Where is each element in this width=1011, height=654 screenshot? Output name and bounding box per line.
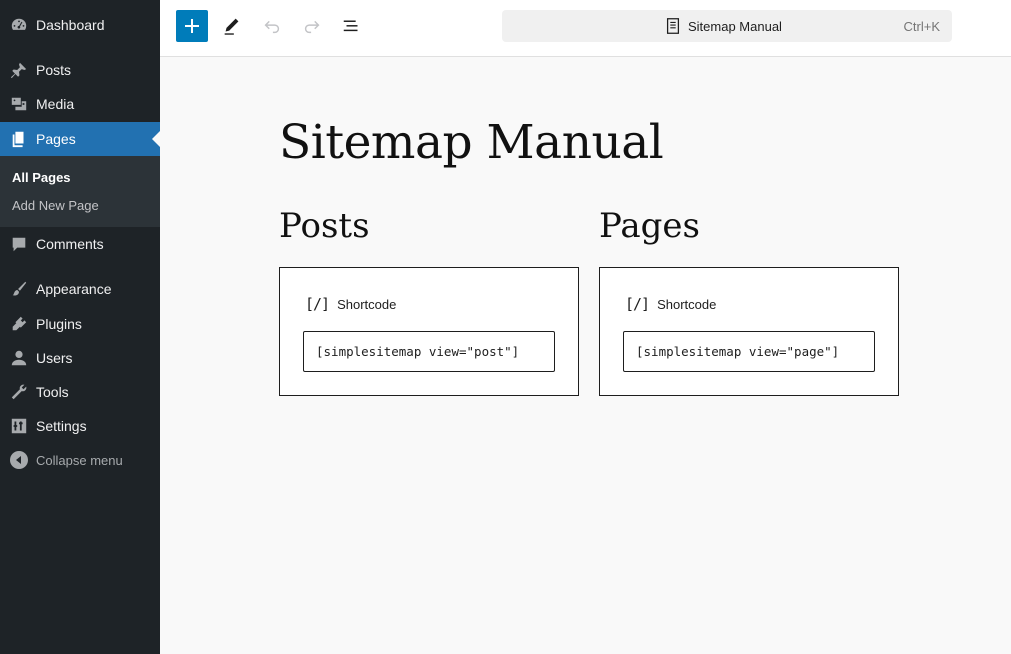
sidebar-item-pages[interactable]: Pages <box>0 122 160 156</box>
submenu-all-pages[interactable]: All Pages <box>12 170 71 185</box>
sidebar-item-label: Pages <box>36 131 76 147</box>
sidebar-item-tools[interactable]: Tools <box>0 375 160 409</box>
shortcode-label: [/] Shortcode <box>305 295 396 313</box>
page-title[interactable]: Sitemap Manual <box>279 115 664 170</box>
sidebar-item-label: Tools <box>36 384 69 400</box>
active-indicator <box>152 131 160 147</box>
undo-button[interactable] <box>260 14 284 38</box>
settings-icon <box>10 417 28 435</box>
sidebar-item-label: Settings <box>36 418 87 434</box>
sidebar-item-settings[interactable]: Settings <box>0 409 160 443</box>
document-title-text: Sitemap Manual <box>688 18 782 34</box>
sidebar-item-label: Plugins <box>36 316 82 332</box>
shortcode-icon: [/] <box>625 295 650 313</box>
keyboard-shortcut: Ctrl+K <box>903 18 940 34</box>
sidebar-item-users[interactable]: Users <box>0 341 160 375</box>
shortcode-icon: [/] <box>305 295 330 313</box>
admin-sidebar: Dashboard Posts Media Pages All Pages Ad… <box>0 0 160 654</box>
pages-submenu: All Pages Add New Page <box>0 156 160 227</box>
shortcode-label-text: Shortcode <box>657 296 717 312</box>
sidebar-item-label: Media <box>36 96 75 112</box>
sidebar-item-posts[interactable]: Posts <box>0 53 160 87</box>
collapse-icon <box>10 451 28 469</box>
redo-icon <box>304 20 320 34</box>
editor-canvas: Sitemap Manual Posts Pages [/] Shortcode… <box>160 58 1011 654</box>
submenu-add-new-page[interactable]: Add New Page <box>12 198 99 213</box>
user-icon <box>10 349 28 367</box>
editor-toolbar: Sitemap Manual Ctrl+K <box>160 0 1011 57</box>
shortcode-label: [/] Shortcode <box>625 295 716 313</box>
sidebar-item-comments[interactable]: Comments <box>0 227 160 261</box>
plus-icon <box>185 19 199 33</box>
shortcode-label-text: Shortcode <box>337 296 397 312</box>
document-overview-button[interactable] <box>340 14 364 38</box>
plugin-icon <box>10 315 28 333</box>
document-title: Sitemap Manual <box>664 10 782 42</box>
shortcode-block-pages[interactable]: [/] Shortcode [simplesitemap view="page"… <box>599 267 899 396</box>
collapse-label: Collapse menu <box>36 452 123 468</box>
sidebar-item-appearance[interactable]: Appearance <box>0 272 160 306</box>
pin-icon <box>10 61 28 79</box>
shortcode-block-posts[interactable]: [/] Shortcode [simplesitemap view="post"… <box>279 267 579 396</box>
sidebar-item-dashboard[interactable]: Dashboard <box>0 8 160 42</box>
command-palette-bar[interactable]: Sitemap Manual Ctrl+K <box>502 10 952 42</box>
add-block-button[interactable] <box>176 10 208 42</box>
shortcode-input-pages[interactable]: [simplesitemap view="page"] <box>623 331 875 372</box>
sidebar-item-label: Users <box>36 350 73 366</box>
redo-button[interactable] <box>300 14 324 38</box>
sidebar-item-label: Posts <box>36 62 72 78</box>
sidebar-item-media[interactable]: Media <box>0 87 160 121</box>
list-view-icon <box>343 20 358 32</box>
dashboard-icon <box>10 16 28 34</box>
page-icon <box>666 18 680 34</box>
pages-icon <box>10 130 28 148</box>
wrench-icon <box>10 383 28 401</box>
heading-pages[interactable]: Pages <box>599 206 700 246</box>
shortcode-input-posts[interactable]: [simplesitemap view="post"] <box>303 331 555 372</box>
tools-button[interactable] <box>220 14 244 38</box>
brush-icon <box>10 280 28 298</box>
sidebar-item-label: Appearance <box>36 281 112 297</box>
collapse-menu-button[interactable]: Collapse menu <box>0 443 160 477</box>
heading-posts[interactable]: Posts <box>279 206 370 246</box>
undo-icon <box>264 20 280 34</box>
media-icon <box>10 95 28 113</box>
sidebar-item-plugins[interactable]: Plugins <box>0 307 160 341</box>
sidebar-item-label: Dashboard <box>36 17 105 33</box>
pencil-icon <box>224 18 239 35</box>
comment-icon <box>10 235 28 253</box>
sidebar-item-label: Comments <box>36 236 104 252</box>
